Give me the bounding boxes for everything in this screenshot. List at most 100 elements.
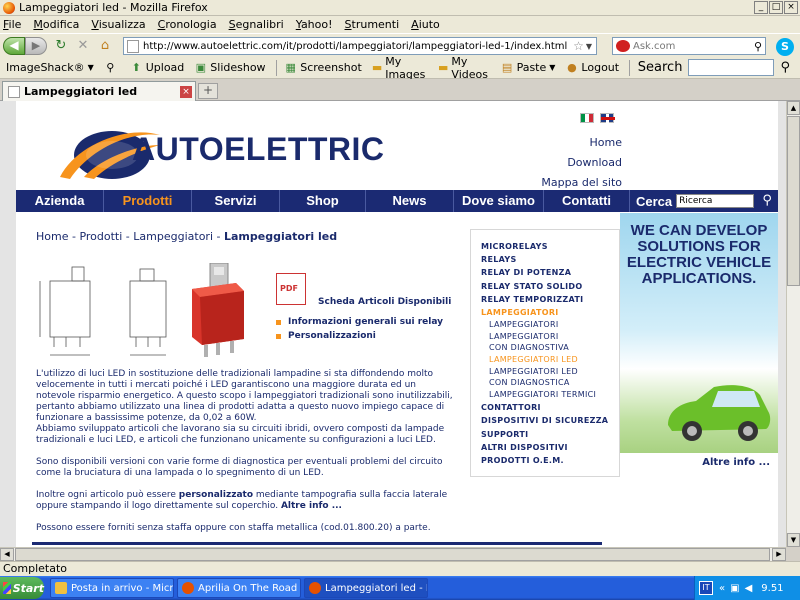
site-search-input[interactable]: Ricerca	[676, 194, 755, 208]
scroll-up-icon[interactable]: ▲	[787, 101, 800, 115]
ask-search-placeholder[interactable]: Ask.com	[633, 41, 754, 52]
language-indicator[interactable]: IT	[699, 581, 713, 595]
banner-altre-info-link[interactable]: Altre info ...	[702, 457, 770, 468]
toolbar-my-images[interactable]: ▬ My Images	[372, 55, 428, 81]
breadcrumb-home[interactable]: Home	[36, 230, 68, 243]
firefox-icon	[182, 582, 194, 594]
english-flag-icon[interactable]	[600, 113, 615, 124]
italian-flag-icon[interactable]	[580, 113, 594, 123]
close-button[interactable]: ×	[784, 1, 798, 14]
link-home[interactable]: Home	[541, 133, 622, 153]
forward-button[interactable]: ▶	[25, 36, 47, 55]
skype-icon[interactable]: S	[776, 38, 794, 56]
toolbar-pin[interactable]: ⚲	[104, 61, 120, 74]
main-navigation: Azienda Prodotti Servizi Shop News Dove …	[16, 190, 778, 212]
vertical-scrollbar[interactable]: ▲ ▼	[786, 101, 800, 547]
menu-aiuto[interactable]: Aiuto	[411, 18, 440, 31]
side-submenu-item[interactable]: LAMPEGGIATORI LED CON DIAGNOSTICA	[481, 366, 581, 388]
side-menu-item[interactable]: DISPOSITIVI DI SICUREZZA	[481, 414, 619, 427]
start-button[interactable]: Start	[0, 577, 44, 599]
side-menu-item-active[interactable]: LAMPEGGIATORI	[481, 306, 619, 319]
site-search-icon[interactable]: ⚲	[758, 192, 776, 210]
side-submenu-item[interactable]: LAMPEGGIATORI TERMICI	[481, 389, 619, 400]
scroll-right-icon[interactable]: ▶	[772, 548, 786, 561]
side-submenu-item[interactable]: LAMPEGGIATORI CON DIAGNOSTIVA	[481, 331, 571, 353]
link-informazioni-generali[interactable]: Informazioni generali sui relay	[276, 315, 443, 329]
reload-icon[interactable]: ↻	[53, 38, 69, 54]
scheda-articoli-link[interactable]: Scheda Articoli Disponibili	[318, 297, 451, 307]
nav-shop[interactable]: Shop	[280, 190, 366, 212]
side-submenu-item-active[interactable]: LAMPEGGIATORI LED	[481, 354, 619, 365]
side-menu-item[interactable]: SUPPORTI	[481, 428, 619, 441]
network-icon[interactable]: ▣	[730, 583, 739, 594]
toolbar-my-videos[interactable]: ▬ My Videos	[438, 55, 491, 81]
url-text[interactable]: http://www.autoelettric.com/it/prodotti/…	[143, 41, 573, 52]
side-menu-item[interactable]: RELAY DI POTENZA	[481, 266, 619, 279]
toolbar-slideshow-label: Slideshow	[210, 61, 266, 74]
home-icon[interactable]: ⌂	[97, 38, 113, 54]
tab-lampeggiatori-led[interactable]: Lampeggiatori led ×	[2, 81, 196, 101]
toolbar-screenshot[interactable]: ▦ Screenshot	[284, 61, 362, 74]
nav-servizi[interactable]: Servizi	[192, 190, 280, 212]
scroll-left-icon[interactable]: ◀	[0, 548, 14, 561]
toolbar-logout[interactable]: ● Logout	[565, 61, 619, 74]
bookmark-star-icon[interactable]: ☆	[573, 39, 584, 53]
tray-expand-icon[interactable]: «	[719, 583, 725, 594]
toolbar-slideshow[interactable]: ▣ Slideshow	[194, 61, 266, 74]
breadcrumb-current: Lampeggiatori led	[223, 230, 338, 243]
toolbar-paste[interactable]: ▤ Paste ▼	[501, 61, 556, 74]
nav-contatti[interactable]: Contatti	[544, 190, 630, 212]
url-dropdown-icon[interactable]: ▼	[586, 42, 592, 51]
taskbar-item-lampeggiatori[interactable]: Lampeggiatori led - M...	[304, 578, 428, 598]
toolbar-upload[interactable]: ⬆ Upload	[130, 61, 185, 74]
side-menu-item[interactable]: PRODOTTI O.E.M.	[481, 454, 619, 467]
search-icon[interactable]: ⚲	[754, 40, 762, 53]
nav-news[interactable]: News	[366, 190, 454, 212]
ask-search-box[interactable]: Ask.com ⚲	[612, 37, 766, 55]
menu-segnalibri[interactable]: Segnalibri	[229, 18, 284, 31]
toolbar-imageshack[interactable]: ImageShack® ▼	[6, 61, 94, 74]
minimize-button[interactable]: _	[754, 1, 768, 14]
side-menu-item[interactable]: CONTATTORI	[481, 401, 619, 414]
nav-azienda[interactable]: Azienda	[16, 190, 104, 212]
altre-info-link[interactable]: Altre info ...	[281, 501, 342, 511]
breadcrumb-prodotti[interactable]: Prodotti	[79, 230, 122, 243]
url-bar[interactable]: http://www.autoelettric.com/it/prodotti/…	[123, 37, 597, 55]
nav-prodotti[interactable]: Prodotti	[104, 190, 192, 212]
pdf-icon[interactable]	[276, 273, 306, 305]
side-menu-item[interactable]: RELAY STATO SOLIDO	[481, 280, 619, 293]
tab-bar: Lampeggiatori led × +	[0, 79, 800, 101]
link-personalizzazioni[interactable]: Personalizzazioni	[276, 329, 443, 343]
taskbar-item-aprilia[interactable]: Aprilia On The Road • Mo...	[177, 578, 301, 598]
scroll-down-icon[interactable]: ▼	[787, 533, 800, 547]
menu-file[interactable]: File	[3, 18, 21, 31]
breadcrumb-lampeggiatori[interactable]: Lampeggiatori	[133, 230, 213, 243]
tab-close-icon[interactable]: ×	[180, 85, 192, 98]
side-submenu-item[interactable]: LAMPEGGIATORI	[481, 319, 619, 330]
toolbar-search-icon[interactable]: ⚲	[780, 60, 790, 75]
horizontal-scrollbar[interactable]: ◀ ▶	[0, 547, 786, 561]
nav-dove-siamo[interactable]: Dove siamo	[454, 190, 544, 212]
toolbar-search-input[interactable]	[688, 59, 775, 76]
stop-icon[interactable]: ✕	[75, 38, 91, 54]
link-download[interactable]: Download	[541, 153, 622, 173]
menu-modifica[interactable]: Modifica	[33, 18, 79, 31]
back-button[interactable]: ◀	[3, 36, 25, 55]
menu-yahoo[interactable]: Yahoo!	[296, 18, 333, 31]
horizontal-scroll-thumb[interactable]	[15, 548, 770, 561]
electric-vehicle-banner[interactable]: WE CAN DEVELOP SOLUTIONS FOR ELECTRIC VE…	[620, 213, 778, 473]
electric-car-image	[668, 385, 771, 441]
volume-icon[interactable]: ◀	[745, 583, 753, 594]
side-menu-item[interactable]: RELAYS	[481, 253, 619, 266]
side-menu-item[interactable]: MICRORELAYS	[481, 240, 619, 253]
side-menu-item[interactable]: RELAY TEMPORIZZATI	[481, 293, 619, 306]
menu-cronologia[interactable]: Cronologia	[158, 18, 217, 31]
red-relay-image	[192, 263, 244, 357]
new-tab-button[interactable]: +	[198, 83, 218, 99]
taskbar-item-outlook[interactable]: Posta in arrivo - Microsof...	[50, 578, 174, 598]
side-menu-item[interactable]: ALTRI DISPOSITIVI	[481, 441, 619, 454]
vertical-scroll-thumb[interactable]	[787, 116, 800, 286]
maximize-button[interactable]: □	[769, 1, 783, 14]
menu-strumenti[interactable]: Strumenti	[345, 18, 400, 31]
menu-visualizza[interactable]: Visualizza	[91, 18, 145, 31]
